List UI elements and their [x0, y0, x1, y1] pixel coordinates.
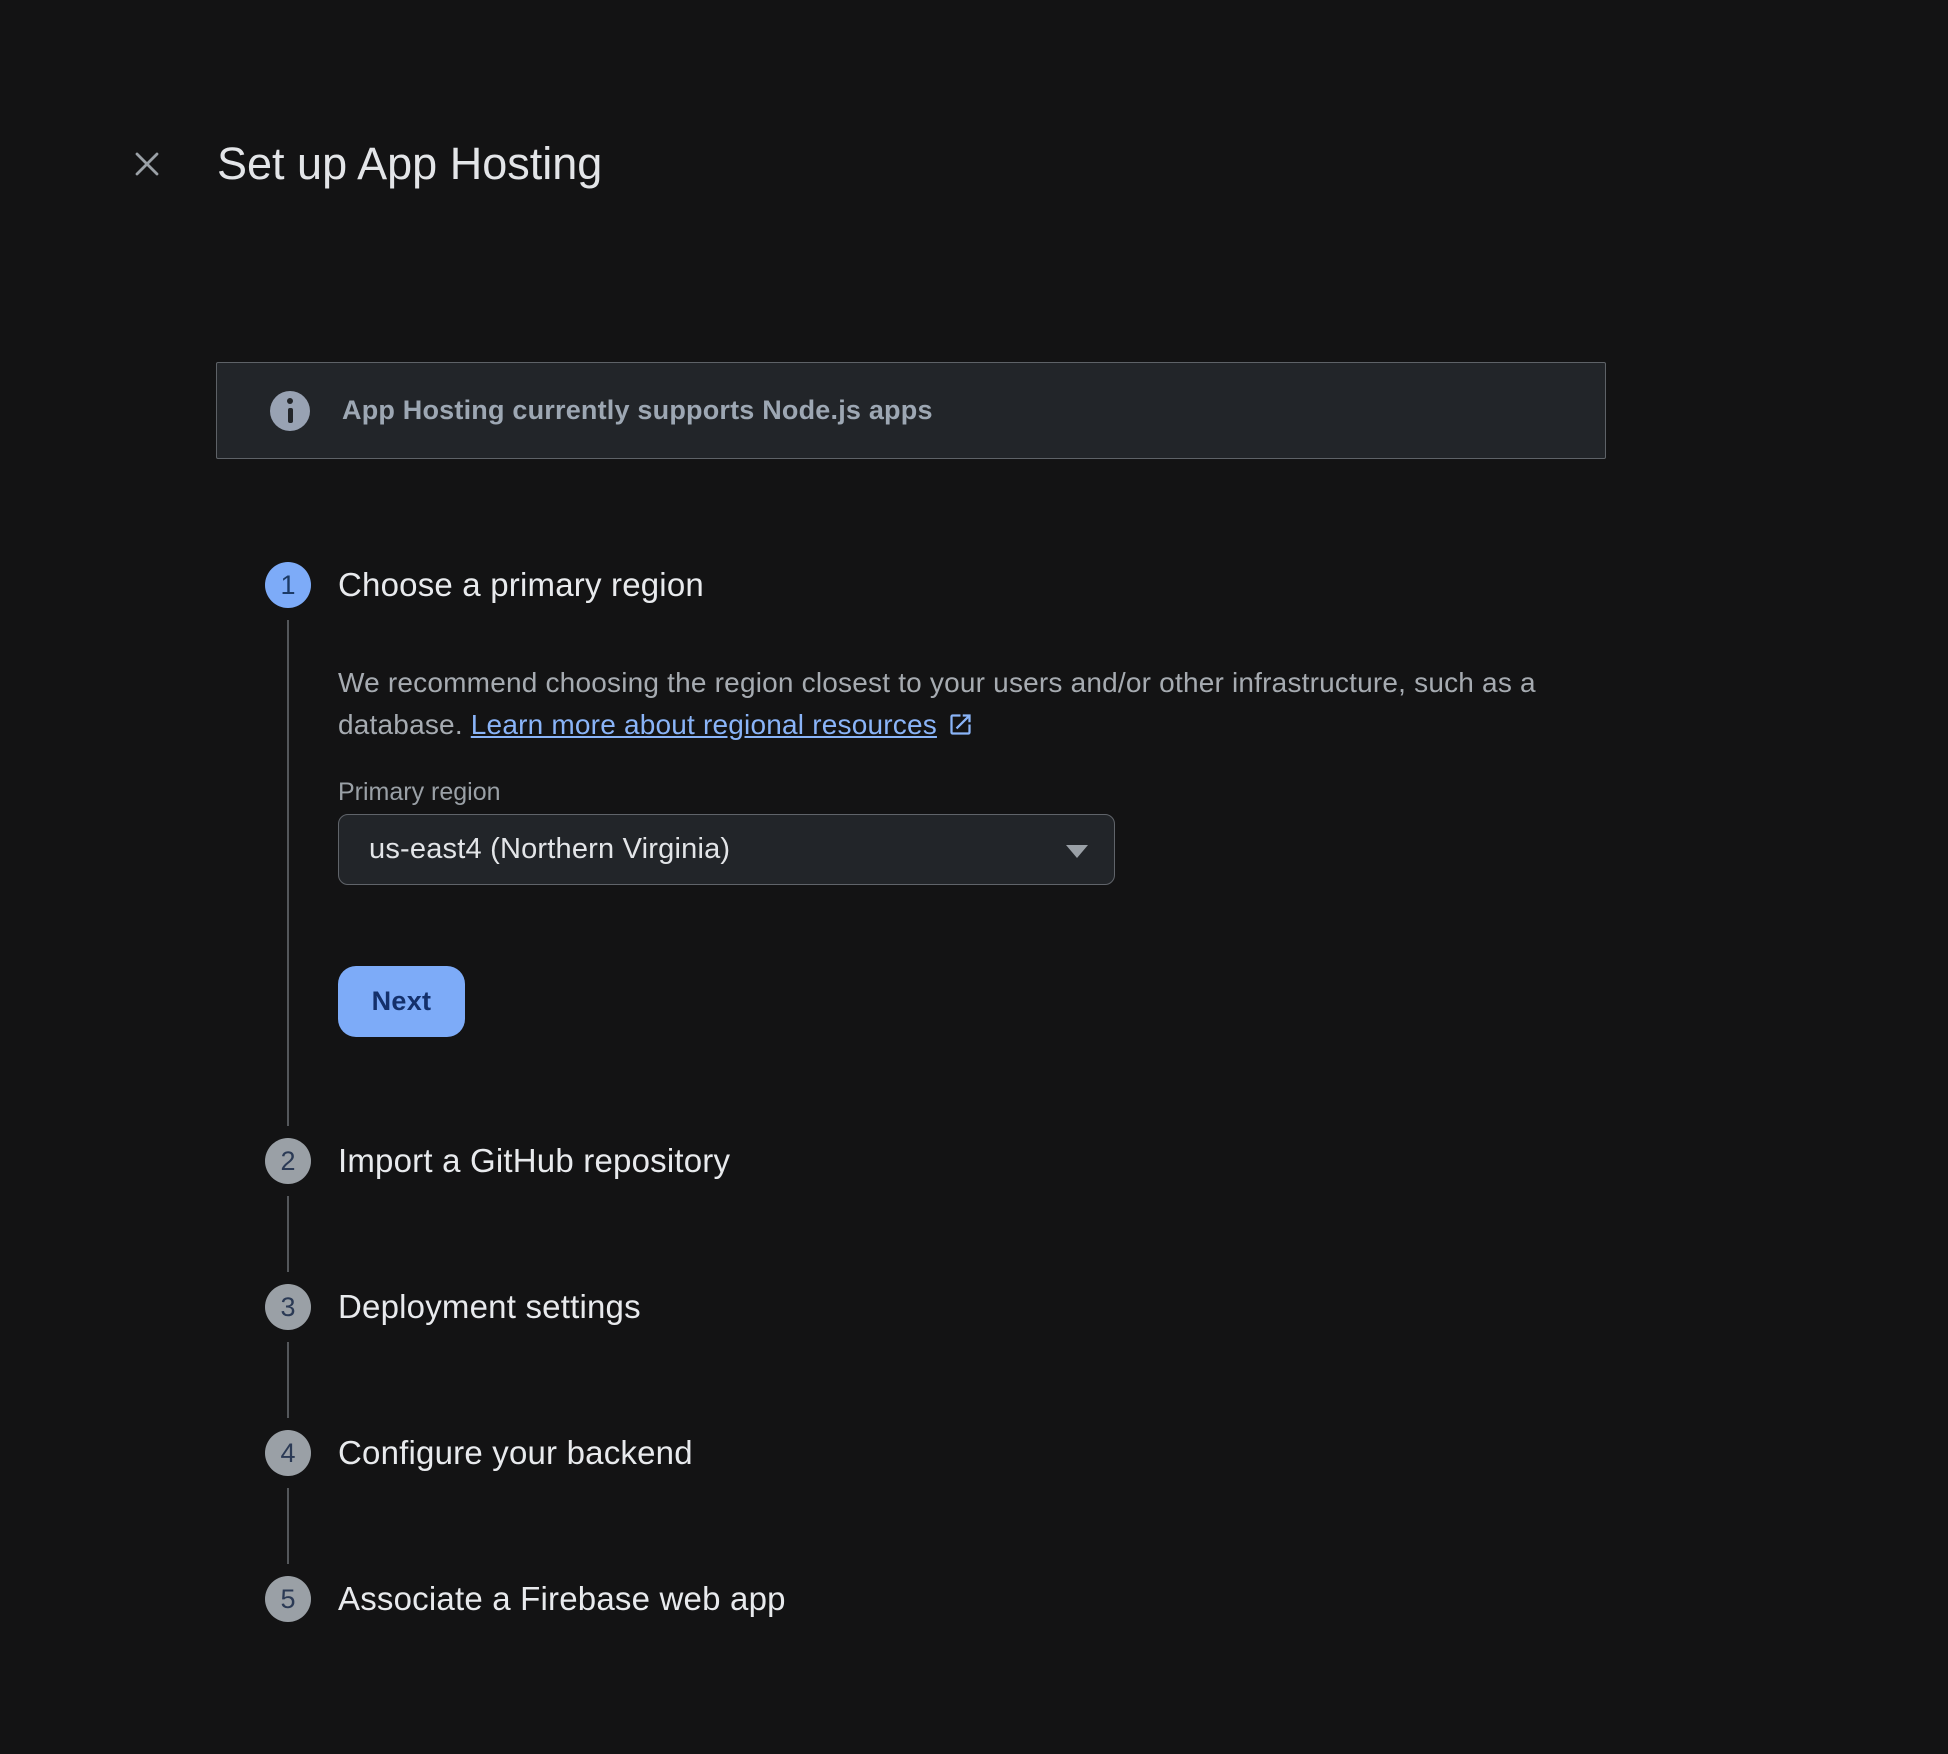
- description-line-1: We recommend choosing the region closest…: [338, 667, 1536, 698]
- step-rail-column: 3: [265, 1284, 311, 1430]
- step-connector-line: [287, 1342, 289, 1418]
- step-connector-line: [287, 1488, 289, 1564]
- chevron-down-icon: [1066, 845, 1088, 858]
- step-2-title: Import a GitHub repository: [338, 1138, 1948, 1184]
- next-button[interactable]: Next: [338, 966, 465, 1037]
- setup-stepper: 1 Choose a primary region We recommend c…: [265, 562, 1948, 1622]
- step-1-circle: 1: [265, 562, 311, 608]
- step-associate-firebase-web-app: 5 Associate a Firebase web app: [265, 1576, 1948, 1622]
- step-configure-your-backend: 4 Configure your backend: [265, 1430, 1948, 1576]
- step-5-circle: 5: [265, 1576, 311, 1622]
- step-4-title: Configure your backend: [338, 1430, 1948, 1476]
- step-rail-column: 1: [265, 562, 311, 1138]
- step-rail-column: 5: [265, 1576, 311, 1622]
- banner-text: App Hosting currently supports Node.js a…: [342, 395, 933, 426]
- dialog-header: Set up App Hosting: [0, 0, 1948, 190]
- step-rail-column: 4: [265, 1430, 311, 1576]
- region-description: We recommend choosing the region closest…: [338, 662, 1948, 746]
- step-connector-line: [287, 1196, 289, 1272]
- primary-region-label: Primary region: [338, 774, 1948, 810]
- learn-more-link[interactable]: Learn more about regional resources: [471, 709, 937, 740]
- step-1-title: Choose a primary region: [338, 562, 1948, 608]
- close-button[interactable]: [125, 142, 169, 186]
- step-deployment-settings: 3 Deployment settings: [265, 1284, 1948, 1430]
- description-line-2: database.: [338, 709, 463, 740]
- step-5-title: Associate a Firebase web app: [338, 1576, 1948, 1622]
- primary-region-value: us-east4 (Northern Virginia): [369, 833, 730, 866]
- info-icon: [270, 391, 310, 431]
- primary-region-select[interactable]: us-east4 (Northern Virginia): [338, 814, 1115, 885]
- step-connector-line: [287, 620, 289, 1126]
- step-2-circle: 2: [265, 1138, 311, 1184]
- info-banner: App Hosting currently supports Node.js a…: [216, 362, 1606, 459]
- external-link-icon: [947, 711, 974, 738]
- close-icon: [130, 147, 164, 181]
- step-3-circle: 3: [265, 1284, 311, 1330]
- page-title: Set up App Hosting: [217, 138, 602, 190]
- step-1-content: Choose a primary region We recommend cho…: [338, 562, 1948, 1138]
- step-4-circle: 4: [265, 1430, 311, 1476]
- step-import-github-repository: 2 Import a GitHub repository: [265, 1138, 1948, 1284]
- step-rail-column: 2: [265, 1138, 311, 1284]
- step-3-title: Deployment settings: [338, 1284, 1948, 1330]
- step-choose-primary-region: 1 Choose a primary region We recommend c…: [265, 562, 1948, 1138]
